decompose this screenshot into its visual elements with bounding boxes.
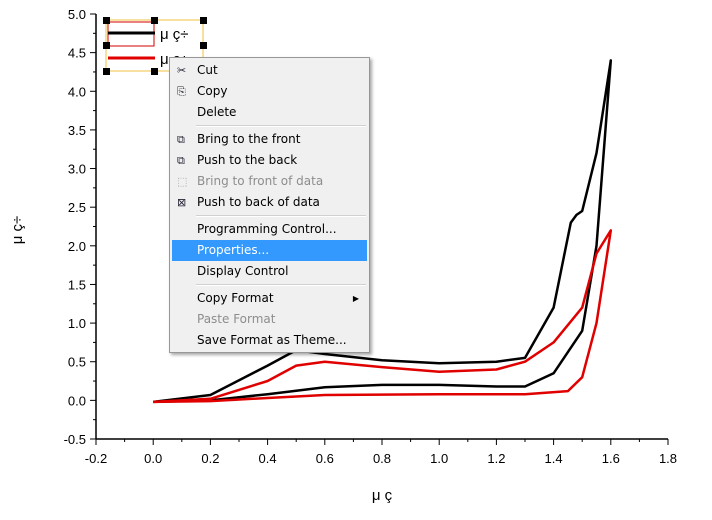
x-tick-label: 0.4 xyxy=(259,451,277,466)
selection-handle xyxy=(151,68,158,75)
push-back-data-icon: ⊠ xyxy=(177,196,187,209)
menu-push-back-data[interactable]: ⊠ Push to back of data xyxy=(172,192,367,213)
x-tick-label: 1.0 xyxy=(430,451,448,466)
selection-handle xyxy=(200,17,207,24)
x-tick-label: 1.8 xyxy=(659,451,677,466)
menu-bring-front-data: ⬚ Bring to front of data xyxy=(172,171,367,192)
scissors-icon: ✂ xyxy=(177,64,187,77)
separator xyxy=(196,125,366,127)
selection-handle xyxy=(103,17,110,24)
push-back-icon: ⧉ xyxy=(177,154,185,167)
copy-icon: ⎘ xyxy=(177,85,186,98)
x-tick-label: 1.2 xyxy=(487,451,505,466)
selection-handle xyxy=(103,42,110,49)
x-tick-label: 0.8 xyxy=(373,451,391,466)
y-tick-label: 1.5 xyxy=(68,277,86,292)
menu-programming-control[interactable]: Programming Control... xyxy=(172,219,367,240)
x-tick-label: 0.2 xyxy=(201,451,219,466)
y-tick-label: 3.5 xyxy=(68,123,86,138)
legend-label: μ ç÷ xyxy=(160,26,189,43)
menu-push-back[interactable]: ⧉ Push to the back xyxy=(172,150,367,171)
menu-save-theme[interactable]: Save Format as Theme... xyxy=(172,330,367,351)
y-tick-label: 2.5 xyxy=(68,200,86,215)
selection-handle xyxy=(200,42,207,49)
y-tick-label: 5.0 xyxy=(68,7,86,22)
x-tick-label: 0.0 xyxy=(144,451,162,466)
menu-display-control[interactable]: Display Control xyxy=(172,261,367,282)
selection-handle xyxy=(151,17,158,24)
x-axis-label: μ ç xyxy=(372,487,393,504)
y-tick-label: 3.0 xyxy=(68,162,86,177)
y-tick-label: -0.5 xyxy=(64,432,86,447)
x-tick-label: 0.6 xyxy=(316,451,334,466)
x-tick-label: 1.6 xyxy=(602,451,620,466)
menu-copy-format[interactable]: Copy Format ▶ xyxy=(172,288,367,309)
context-menu: ✂ Cut ⎘ Copy Delete ⧉ Bring to the front ⧉ P… xyxy=(169,57,370,353)
menu-copy[interactable]: ⎘ Copy xyxy=(172,81,367,102)
menu-bring-front[interactable]: ⧉ Bring to the front xyxy=(172,129,367,150)
menu-properties[interactable]: Properties... xyxy=(172,240,367,261)
menu-paste-format: Paste Format xyxy=(197,312,276,326)
bring-front-data-icon: ⬚ xyxy=(177,175,188,188)
menu-cut[interactable]: ✂ Cut xyxy=(172,60,367,81)
menu-delete[interactable]: Delete xyxy=(172,102,367,123)
separator xyxy=(196,215,366,217)
y-tick-label: 1.0 xyxy=(68,316,86,331)
separator xyxy=(196,284,366,286)
y-tick-label: 0.0 xyxy=(68,393,86,408)
x-tick-label: -0.2 xyxy=(85,451,107,466)
x-tick-label: 1.4 xyxy=(545,451,563,466)
y-tick-label: 2.0 xyxy=(68,239,86,254)
y-tick-label: 4.5 xyxy=(68,46,86,61)
y-axis-label: μ ç÷ xyxy=(9,216,26,245)
selection-handle xyxy=(103,68,110,75)
y-tick-label: 0.5 xyxy=(68,355,86,370)
submenu-arrow-icon: ▶ xyxy=(352,294,359,303)
y-tick-label: 4.0 xyxy=(68,84,86,99)
bring-front-icon: ⧉ xyxy=(177,133,185,146)
